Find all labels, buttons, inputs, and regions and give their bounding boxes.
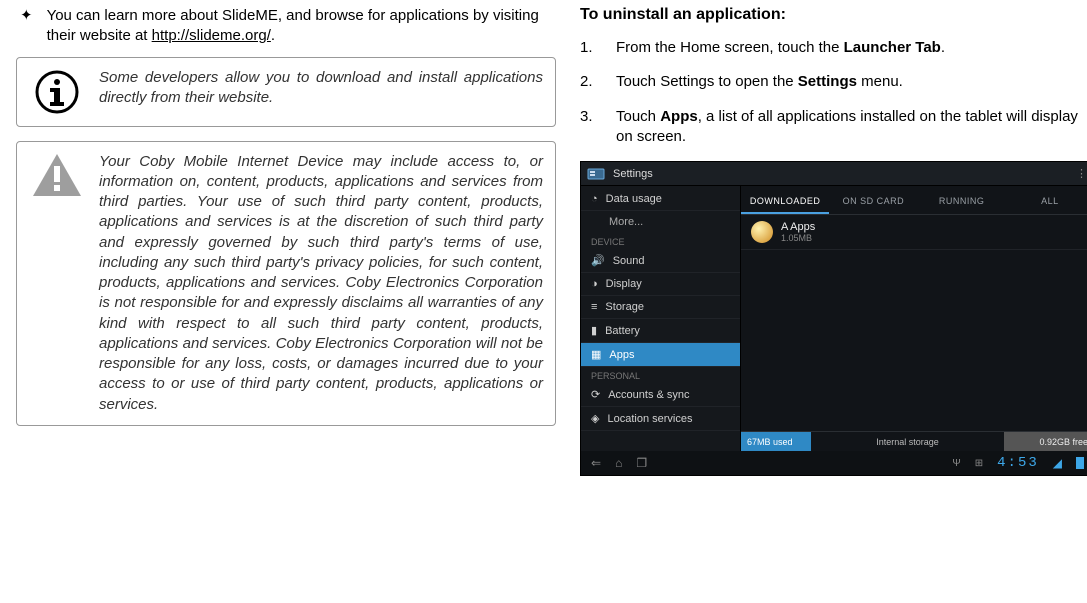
step-text: Touch Settings to open the Settings menu… [616, 72, 903, 92]
app-icon [751, 221, 773, 243]
apps-icon: ▦ [591, 348, 601, 361]
app-size: 1.05MB [781, 233, 815, 243]
sync-icon: ⟳ [591, 388, 600, 401]
location-icon: ◈ [591, 412, 599, 425]
step-pre: From the Home screen, touch the [616, 39, 844, 56]
storage-icon: ≡ [591, 301, 597, 313]
slideme-link[interactable]: http://slideme.org/ [152, 27, 271, 44]
storage-free: 0.92GB free [1004, 432, 1087, 451]
settings-screenshot: Settings ⋮ ◔ Data usage More... DEVICE 🔊… [580, 161, 1087, 476]
bullet-text-pre: You can learn more about SlideME, and br… [47, 7, 539, 44]
step-3: 3. Touch Apps, a list of all application… [580, 107, 1087, 148]
bullet-text: You can learn more about SlideME, and br… [47, 6, 556, 47]
info-callout: Some developers allow you to download an… [16, 57, 556, 127]
step-1: 1. From the Home screen, touch the Launc… [580, 38, 1087, 58]
sidebar-item-label: Location services [607, 413, 692, 425]
sidebar-item-label: Sound [613, 255, 645, 267]
sidebar-item-label: More... [609, 216, 643, 228]
back-button[interactable]: ⇐ [591, 456, 601, 470]
data-usage-icon: ◔ [591, 193, 598, 205]
step-num: 2. [580, 72, 600, 92]
warning-icon [31, 152, 83, 198]
settings-title: Settings [613, 168, 653, 180]
bullet-slideme: ✦ You can learn more about SlideME, and … [16, 6, 556, 47]
step-pre: Touch Settings to open the [616, 73, 798, 90]
app-list-item[interactable]: A Apps 1.05MB [741, 215, 1087, 250]
tab-downloaded[interactable]: DOWNLOADED [741, 190, 829, 214]
wifi-icon: ◢ [1053, 456, 1062, 470]
step-post: menu. [857, 73, 903, 90]
step-text: From the Home screen, touch the Launcher… [616, 38, 945, 58]
storage-used: 67MB used [741, 432, 811, 451]
battery-icon: ▮ [591, 324, 597, 337]
settings-app-icon [587, 166, 605, 182]
usb-icon: Ψ [952, 458, 960, 469]
sound-icon: 🔊 [591, 254, 605, 267]
system-navbar: ⇐ ⌂ ❐ Ψ ⊞ 4:53 ◢ [581, 451, 1087, 475]
app-name: A Apps [781, 221, 815, 233]
sidebar-item-label: Display [606, 278, 642, 290]
storage-label: Internal storage [811, 437, 1004, 447]
recent-button[interactable]: ❐ [636, 456, 647, 470]
uninstall-steps: 1. From the Home screen, touch the Launc… [580, 38, 1087, 147]
sidebar-item-sound[interactable]: 🔊 Sound [581, 249, 740, 273]
sidebar-item-label: Accounts & sync [608, 389, 689, 401]
step-text: Touch Apps, a list of all applications i… [616, 107, 1087, 148]
sidebar-item-more[interactable]: More... [581, 211, 740, 233]
info-icon [33, 68, 81, 116]
overflow-menu-icon[interactable]: ⋮ [1076, 167, 1087, 180]
step-bold: Apps [660, 108, 698, 125]
step-pre: Touch [616, 108, 660, 125]
sidebar-item-accounts[interactable]: ⟳ Accounts & sync [581, 383, 740, 407]
storage-bar: 67MB used Internal storage 0.92GB free [741, 431, 1087, 451]
settings-sidebar: ◔ Data usage More... DEVICE 🔊 Sound ◑ Disp… [581, 186, 741, 451]
home-button[interactable]: ⌂ [615, 456, 622, 470]
sidebar-item-data-usage[interactable]: ◔ Data usage [581, 188, 740, 211]
tab-running[interactable]: RUNNING [918, 190, 1006, 214]
sidebar-item-label: Battery [605, 325, 640, 337]
step-num: 3. [580, 107, 600, 148]
debug-icon: ⊞ [975, 458, 983, 469]
sidebar-item-label: Storage [605, 301, 644, 313]
settings-main: DOWNLOADED ON SD CARD RUNNING ALL A Apps… [741, 186, 1087, 451]
sidebar-item-label: Apps [609, 349, 634, 361]
tab-all[interactable]: ALL [1006, 190, 1087, 214]
bullet-marker: ✦ [20, 6, 33, 47]
display-icon: ◑ [591, 278, 598, 290]
info-text: Some developers allow you to download an… [99, 68, 543, 109]
sidebar-item-label: Data usage [606, 193, 662, 205]
sidebar-item-apps[interactable]: ▦ Apps [581, 343, 740, 367]
sidebar-item-battery[interactable]: ▮ Battery [581, 319, 740, 343]
warning-text: Your Coby Mobile Internet Device may inc… [99, 152, 543, 415]
step-post: . [941, 39, 945, 56]
apps-tabs: DOWNLOADED ON SD CARD RUNNING ALL [741, 190, 1087, 215]
step-bold: Settings [798, 73, 857, 90]
sidebar-item-display[interactable]: ◑ Display [581, 273, 740, 296]
bullet-text-post: . [271, 27, 275, 44]
warning-callout: Your Coby Mobile Internet Device may inc… [16, 141, 556, 426]
settings-titlebar: Settings ⋮ [581, 162, 1087, 186]
step-bold: Launcher Tab [844, 39, 941, 56]
tab-on-sd-card[interactable]: ON SD CARD [829, 190, 917, 214]
sidebar-item-storage[interactable]: ≡ Storage [581, 296, 740, 319]
clock: 4:53 [997, 455, 1039, 471]
sidebar-header-device: DEVICE [581, 233, 740, 249]
uninstall-heading: To uninstall an application: [580, 6, 1087, 24]
sidebar-header-personal: PERSONAL [581, 367, 740, 383]
step-2: 2. Touch Settings to open the Settings m… [580, 72, 1087, 92]
sidebar-item-location[interactable]: ◈ Location services [581, 407, 740, 431]
battery-status-icon [1076, 457, 1084, 469]
step-num: 1. [580, 38, 600, 58]
